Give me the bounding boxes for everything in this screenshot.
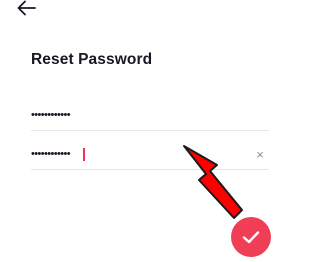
back-button[interactable]	[16, 0, 36, 16]
check-icon	[242, 231, 260, 244]
new-password-input[interactable]	[31, 105, 241, 125]
reset-password-screen: Reset Password ×	[0, 0, 300, 262]
page-title: Reset Password	[31, 51, 153, 68]
clear-button[interactable]: ×	[253, 146, 267, 162]
arrow-left-icon	[17, 0, 36, 16]
close-icon: ×	[256, 146, 264, 162]
new-password-field[interactable]	[31, 104, 269, 131]
red-arrow-annotation	[183, 145, 243, 219]
text-cursor	[83, 148, 85, 161]
